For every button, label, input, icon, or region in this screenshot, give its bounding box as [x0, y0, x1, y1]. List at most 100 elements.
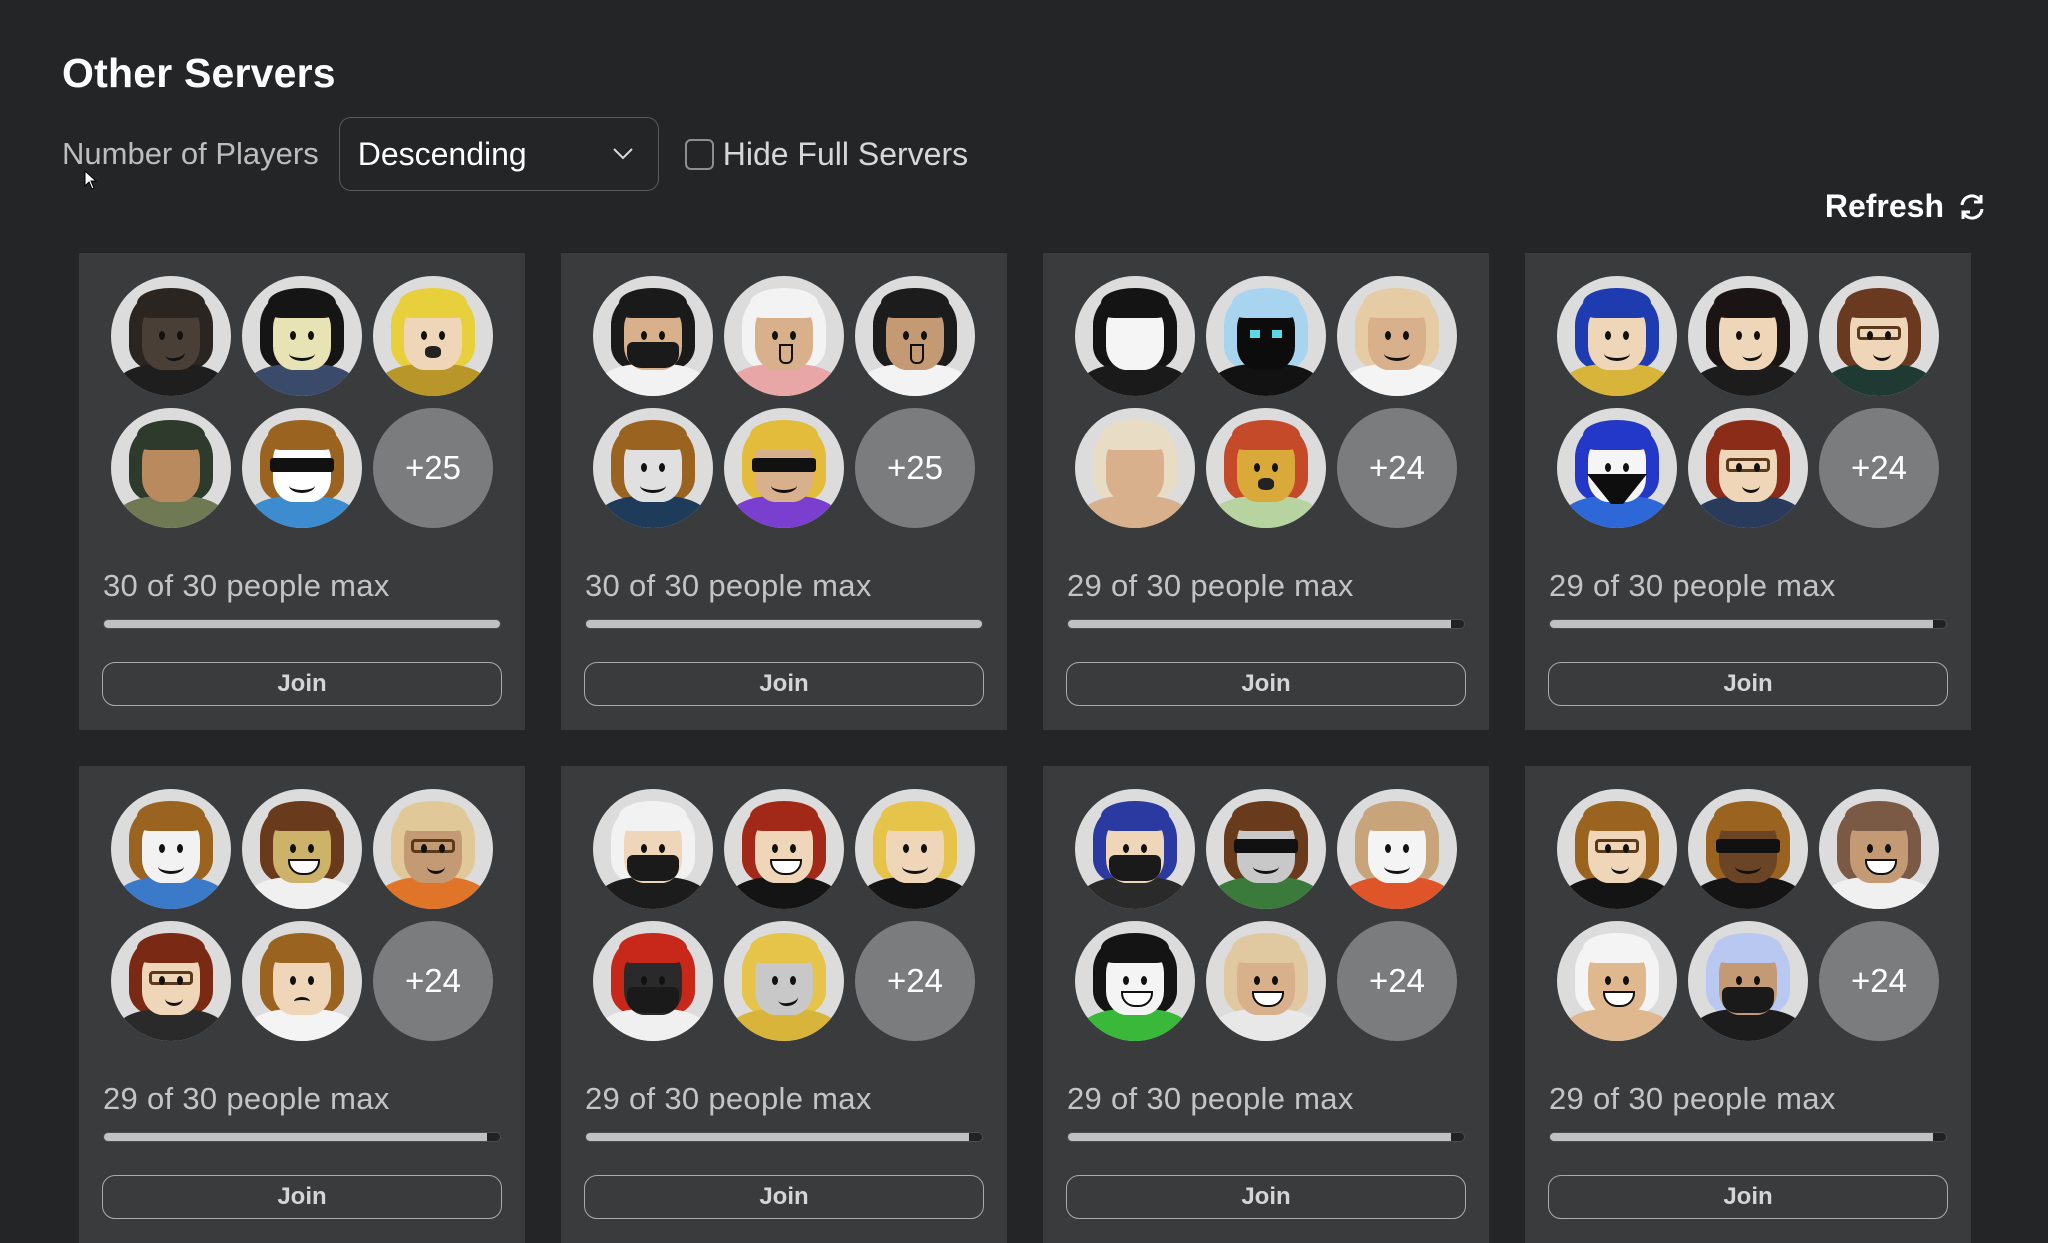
- join-button[interactable]: Join: [102, 1175, 502, 1219]
- eye: [308, 844, 314, 853]
- sunglasses: [752, 458, 816, 472]
- eye: [159, 844, 165, 853]
- server-card-8: +24 29 of 30 people max Join: [1525, 766, 1971, 1243]
- player-avatar[interactable]: [111, 276, 231, 396]
- player-avatar[interactable]: [1688, 408, 1808, 528]
- avatar-hair: [1101, 801, 1169, 831]
- avatar-hair: [1232, 420, 1300, 450]
- player-count: 29 of 30 people max: [1067, 1081, 1354, 1116]
- avatar-hair: [881, 288, 949, 318]
- player-avatar[interactable]: [242, 921, 362, 1041]
- capacity-progress-bar: [585, 1132, 983, 1142]
- join-button[interactable]: Join: [1066, 1175, 1466, 1219]
- eye: [1254, 976, 1260, 985]
- player-avatar[interactable]: [1557, 408, 1677, 528]
- player-avatar[interactable]: [242, 789, 362, 909]
- player-avatar[interactable]: [593, 789, 713, 909]
- eye: [772, 976, 778, 985]
- player-avatar[interactable]: [1075, 921, 1195, 1041]
- avatar-hair: [137, 420, 205, 450]
- capacity-progress-fill: [104, 620, 500, 628]
- player-avatar[interactable]: [111, 789, 231, 909]
- avatar-hair: [750, 933, 818, 963]
- player-avatar[interactable]: [1075, 276, 1195, 396]
- player-avatar[interactable]: [111, 408, 231, 528]
- player-avatar[interactable]: [1206, 921, 1326, 1041]
- eye: [421, 331, 427, 340]
- player-avatar[interactable]: [593, 276, 713, 396]
- eye: [1272, 976, 1278, 985]
- player-avatar[interactable]: [1819, 789, 1939, 909]
- player-avatar[interactable]: [1557, 276, 1677, 396]
- eye: [1623, 463, 1629, 472]
- join-button[interactable]: Join: [584, 1175, 984, 1219]
- join-button[interactable]: Join: [1548, 1175, 1948, 1219]
- server-card-5: +24 29 of 30 people max Join: [79, 766, 525, 1243]
- avatar-hair: [1714, 420, 1782, 450]
- player-count: 29 of 30 people max: [1549, 568, 1836, 603]
- eye: [290, 844, 296, 853]
- player-count: 29 of 30 people max: [1549, 1081, 1836, 1116]
- sort-order-dropdown[interactable]: Descending: [338, 117, 659, 191]
- player-count: 30 of 30 people max: [585, 568, 872, 603]
- player-avatar[interactable]: [1819, 276, 1939, 396]
- avatar-hair: [1714, 933, 1782, 963]
- player-avatar[interactable]: [724, 276, 844, 396]
- player-avatar[interactable]: [1206, 276, 1326, 396]
- player-avatar[interactable]: [1557, 789, 1677, 909]
- player-avatar[interactable]: [1075, 789, 1195, 909]
- avatar-hair: [1101, 420, 1169, 450]
- eye: [1605, 331, 1611, 340]
- eye: [1605, 463, 1611, 472]
- eye: [903, 331, 909, 340]
- player-avatar[interactable]: [111, 921, 231, 1041]
- player-avatar[interactable]: [373, 789, 493, 909]
- hide-full-servers-checkbox[interactable]: [684, 138, 714, 170]
- player-avatar[interactable]: [242, 276, 362, 396]
- avatar-hair: [1714, 801, 1782, 831]
- server-card-7: +24 29 of 30 people max Join: [1043, 766, 1489, 1243]
- player-avatar[interactable]: [724, 921, 844, 1041]
- player-avatar[interactable]: [373, 276, 493, 396]
- player-avatar[interactable]: [1075, 408, 1195, 528]
- avatar-hair: [1845, 801, 1913, 831]
- eye: [1141, 844, 1147, 853]
- more-players-badge: +25: [855, 408, 975, 528]
- join-button[interactable]: Join: [102, 662, 502, 706]
- page-title: Other Servers: [62, 50, 336, 96]
- more-players-badge: +24: [1819, 921, 1939, 1041]
- player-avatar[interactable]: [242, 408, 362, 528]
- player-avatar[interactable]: [593, 408, 713, 528]
- join-button[interactable]: Join: [1066, 662, 1466, 706]
- player-avatar[interactable]: [1337, 276, 1457, 396]
- avatar-hair: [1363, 801, 1431, 831]
- player-avatar[interactable]: [1557, 921, 1677, 1041]
- avatar-hair: [268, 420, 336, 450]
- player-avatar[interactable]: [1688, 276, 1808, 396]
- avatar-hair: [1101, 933, 1169, 963]
- player-avatar[interactable]: [855, 276, 975, 396]
- server-card-3: +24 29 of 30 people max Join: [1043, 253, 1489, 730]
- eye: [641, 331, 647, 340]
- refresh-button[interactable]: Refresh: [1825, 188, 1988, 225]
- player-avatar[interactable]: [1206, 408, 1326, 528]
- capacity-progress-bar: [585, 619, 983, 629]
- player-avatar[interactable]: [1688, 789, 1808, 909]
- filter-bar: Number of Players Descending Hide Full S…: [62, 116, 968, 192]
- mouth: [902, 859, 928, 874]
- player-avatar[interactable]: [855, 789, 975, 909]
- player-avatar[interactable]: [1206, 789, 1326, 909]
- join-button[interactable]: Join: [1548, 662, 1948, 706]
- hide-full-servers-toggle[interactable]: Hide Full Servers: [684, 136, 968, 173]
- player-avatar[interactable]: [724, 789, 844, 909]
- eye: [1385, 331, 1391, 340]
- player-avatar[interactable]: [1688, 921, 1808, 1041]
- join-button[interactable]: Join: [584, 662, 984, 706]
- player-avatar[interactable]: [593, 921, 713, 1041]
- mouth: [158, 859, 184, 874]
- eye: [1754, 463, 1760, 472]
- player-avatar[interactable]: [1337, 789, 1457, 909]
- player-avatar[interactable]: [724, 408, 844, 528]
- avatar-hair: [881, 801, 949, 831]
- more-players-badge: +24: [1337, 921, 1457, 1041]
